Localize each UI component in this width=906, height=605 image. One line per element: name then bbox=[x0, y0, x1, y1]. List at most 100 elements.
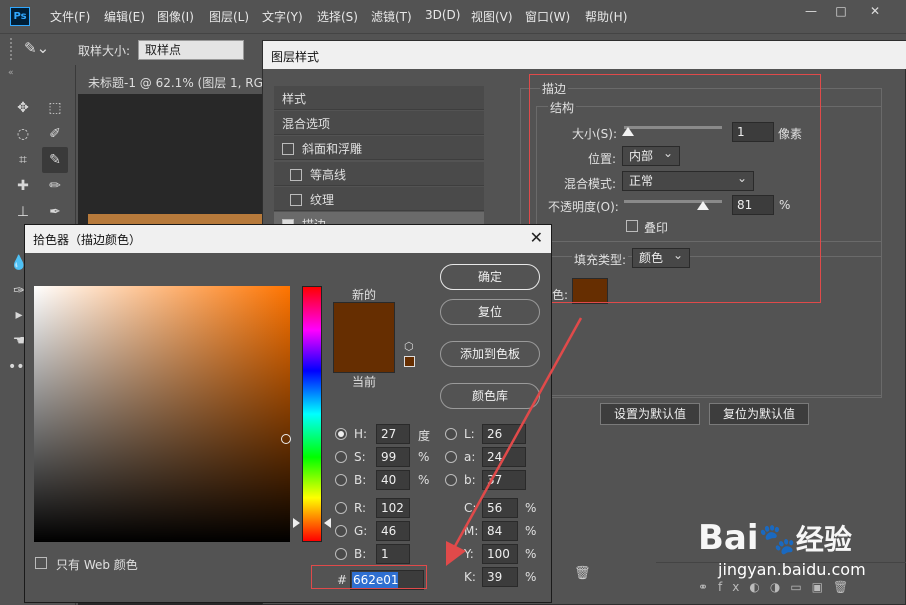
green-input[interactable]: 46 bbox=[376, 521, 410, 541]
a-channel-radio[interactable] bbox=[445, 451, 457, 463]
reset-default-button[interactable]: 复位为默认值 bbox=[709, 403, 809, 425]
web-colors-only-label: 只有 Web 颜色 bbox=[56, 558, 138, 572]
black-label: K: bbox=[464, 570, 476, 584]
style-label: 斜面和浮雕 bbox=[302, 142, 363, 156]
minimize-button[interactable]: — bbox=[796, 0, 826, 22]
a-channel-label: a: bbox=[464, 450, 476, 464]
red-input[interactable]: 102 bbox=[376, 498, 410, 518]
options-grip bbox=[10, 38, 14, 60]
sample-size-select[interactable]: 取样点 bbox=[138, 40, 244, 60]
eyedropper-tool-icon[interactable]: ✎ bbox=[42, 147, 68, 173]
collapse-icon[interactable]: « bbox=[8, 68, 14, 78]
b-channel-input[interactable]: 37 bbox=[482, 470, 526, 490]
menu-edit[interactable]: 编辑(E) bbox=[104, 8, 145, 25]
quick-select-tool-icon[interactable]: ✐ bbox=[44, 123, 66, 145]
annotation-highlight-hex bbox=[311, 565, 427, 589]
ok-button[interactable]: 确定 bbox=[440, 264, 540, 290]
blue-radio[interactable] bbox=[335, 548, 347, 560]
current-color-swatch[interactable] bbox=[334, 338, 394, 372]
lightness-radio[interactable] bbox=[445, 428, 457, 440]
web-safe-swatch[interactable] bbox=[404, 356, 415, 367]
lightness-label: L: bbox=[464, 427, 475, 441]
saturation-brightness-field[interactable] bbox=[34, 286, 290, 542]
yellow-input[interactable]: 100 bbox=[482, 544, 518, 564]
saturation-label: S: bbox=[354, 450, 366, 464]
layers-footer-icons[interactable]: ⚭fx◐◑▭▣🗑 bbox=[698, 580, 858, 594]
style-list-blending-options[interactable]: 混合选项 bbox=[274, 111, 484, 135]
black-input[interactable]: 39 bbox=[482, 567, 518, 587]
set-default-button[interactable]: 设置为默认值 bbox=[600, 403, 700, 425]
style-list-styles[interactable]: 样式 bbox=[274, 86, 484, 110]
red-label: R: bbox=[354, 501, 367, 515]
hue-slider-right-arrow[interactable] bbox=[324, 518, 331, 528]
annotation-highlight-stroke bbox=[529, 74, 821, 303]
style-list-bevel-emboss[interactable]: 斜面和浮雕 bbox=[274, 136, 484, 160]
style-list-contour[interactable]: 等高线 bbox=[274, 162, 484, 186]
hue-label: H: bbox=[354, 427, 368, 441]
healing-tool-icon[interactable]: ✚ bbox=[12, 175, 34, 197]
close-icon[interactable]: ✕ bbox=[530, 228, 543, 247]
eyedropper-tool-preset-icon[interactable]: ✎⌄ bbox=[24, 39, 49, 57]
paw-logo-icon: 🐾 bbox=[758, 522, 796, 557]
brightness-radio[interactable] bbox=[335, 474, 347, 486]
lasso-tool-icon[interactable]: ◌ bbox=[12, 123, 34, 145]
document-tab[interactable]: 未标题-1 @ 62.1% (图层 1, RGB bbox=[78, 70, 268, 94]
add-to-swatches-button[interactable]: 添加到色板 bbox=[440, 341, 540, 367]
contour-checkbox[interactable] bbox=[290, 169, 302, 181]
lightness-input[interactable]: 26 bbox=[482, 424, 526, 444]
red-radio[interactable] bbox=[335, 502, 347, 514]
stamp-tool-icon[interactable]: ⊥ bbox=[12, 201, 34, 223]
hue-slider[interactable] bbox=[302, 286, 322, 542]
blue-label: B: bbox=[354, 547, 367, 561]
menu-type[interactable]: 文字(Y) bbox=[262, 8, 303, 25]
brightness-input[interactable]: 40 bbox=[376, 470, 410, 490]
green-radio[interactable] bbox=[335, 525, 347, 537]
black-unit: % bbox=[525, 570, 537, 584]
menu-help[interactable]: 帮助(H) bbox=[585, 8, 627, 25]
magenta-unit: % bbox=[525, 524, 537, 538]
menu-view[interactable]: 视图(V) bbox=[471, 8, 513, 25]
color-libraries-button[interactable]: 颜色库 bbox=[440, 383, 540, 409]
texture-checkbox[interactable] bbox=[290, 194, 302, 206]
menu-3d[interactable]: 3D(D) bbox=[425, 8, 460, 22]
maximize-button[interactable]: □ bbox=[826, 0, 856, 22]
magenta-input[interactable]: 84 bbox=[482, 521, 518, 541]
hue-radio[interactable] bbox=[335, 428, 347, 440]
close-window-button[interactable]: ✕ bbox=[860, 0, 890, 22]
trash-icon[interactable]: 🗑 bbox=[574, 566, 591, 581]
hue-input[interactable]: 27 bbox=[376, 424, 410, 444]
cyan-input[interactable]: 56 bbox=[482, 498, 518, 518]
menu-file[interactable]: 文件(F) bbox=[50, 8, 90, 25]
menu-window[interactable]: 窗口(W) bbox=[525, 8, 570, 25]
layer-style-title: 图层样式 bbox=[263, 41, 906, 69]
canvas-layer-preview bbox=[88, 214, 268, 224]
new-color-label: 新的 bbox=[352, 288, 377, 302]
hue-unit: 度 bbox=[418, 429, 431, 443]
menu-image[interactable]: 图像(I) bbox=[157, 8, 194, 25]
marquee-tool-icon[interactable]: ⬚ bbox=[44, 97, 66, 119]
saturation-radio[interactable] bbox=[335, 451, 347, 463]
saturation-input[interactable]: 99 bbox=[376, 447, 410, 467]
sample-size-label: 取样大小: bbox=[78, 44, 131, 58]
menu-layer[interactable]: 图层(L) bbox=[209, 8, 249, 25]
blue-input[interactable]: 1 bbox=[376, 544, 410, 564]
style-list-texture[interactable]: 纹理 bbox=[274, 187, 484, 211]
photoshop-logo-icon: Ps bbox=[10, 7, 30, 26]
menu-filter[interactable]: 滤镜(T) bbox=[371, 8, 412, 25]
color-field-cursor[interactable] bbox=[281, 434, 291, 444]
history-brush-tool-icon[interactable]: ✒ bbox=[44, 201, 66, 223]
b-channel-label: b: bbox=[464, 473, 476, 487]
a-channel-input[interactable]: 24 bbox=[482, 447, 526, 467]
web-colors-only-checkbox[interactable] bbox=[35, 557, 47, 569]
style-label: 混合选项 bbox=[282, 117, 331, 131]
reset-button[interactable]: 复位 bbox=[440, 299, 540, 325]
b-channel-radio[interactable] bbox=[445, 474, 457, 486]
gamut-cube-icon[interactable]: ⬡ bbox=[404, 340, 414, 353]
bevel-checkbox[interactable] bbox=[282, 143, 294, 155]
brush-tool-icon[interactable]: ✏ bbox=[44, 175, 66, 197]
menu-select[interactable]: 选择(S) bbox=[317, 8, 358, 25]
move-tool-icon[interactable]: ✥ bbox=[12, 97, 34, 119]
green-label: G: bbox=[354, 524, 368, 538]
crop-tool-icon[interactable]: ⌗ bbox=[12, 149, 34, 171]
hue-slider-left-arrow[interactable] bbox=[293, 518, 300, 528]
